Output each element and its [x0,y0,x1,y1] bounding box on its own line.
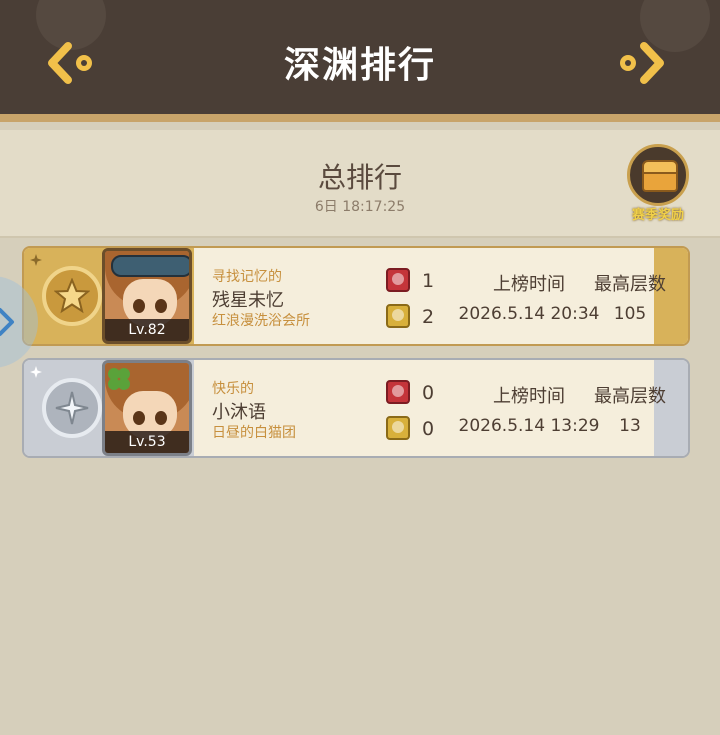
avatar[interactable]: Lv.82 [102,248,192,344]
yellow-gem-icon [386,416,410,440]
floor-header: 最高层数 [594,274,666,295]
red-gem-count: 0 [422,382,435,404]
header-stripe [0,114,720,122]
yellow-gem-count: 0 [422,418,435,440]
player-name: 残星未忆 [212,290,284,311]
player-title-tag: 快乐的 [212,381,254,397]
season-reward-button[interactable]: 赛季奖励 [626,144,690,224]
guild-name: 日昼的白猫团 [212,425,296,441]
season-reward-label: 赛季奖励 [631,208,684,223]
time-header: 上榜时间 [493,274,565,295]
row-cap [654,248,688,344]
goggles-decoration [111,255,189,277]
yellow-gem-icon [386,304,410,328]
ranking-row[interactable]: Lv.82 寻找记忆的 残星未忆 红浪漫洗浴会所 1 2 上榜时间 2026.5… [22,246,690,346]
forward-button[interactable] [612,40,668,86]
season-timer: 6日 18:17:25 [314,199,406,215]
clover-icon [108,368,130,390]
guild-name: 红浪漫洗浴会所 [212,313,310,329]
red-gem-count: 1 [422,270,435,292]
compass-star-medal-icon [42,378,102,438]
chevron-right-gear-icon [620,42,664,84]
ranking-row[interactable]: Lv.53 快乐的 小沐语 日昼的白猫团 0 0 上榜时间 2026.5.14 … [22,358,690,458]
treasure-chest-icon [627,144,689,206]
chevron-right-icon [0,308,14,336]
ranking-title: 总排行 [317,161,402,194]
top-bar: 深渊排行 [0,0,720,122]
row-cap [654,360,688,456]
floor-header: 最高层数 [594,386,666,407]
red-gem-icon [386,380,410,404]
ranking-subheader: 总排行 6日 18:17:25 [0,130,720,238]
star-medal-icon [42,266,102,326]
player-level: Lv.82 [105,319,189,341]
ranked-time: 2026.5.14 13:29 [458,416,600,436]
player-title-tag: 寻找记忆的 [212,269,282,285]
star-decoration-icon [30,254,42,266]
time-header: 上榜时间 [493,386,565,407]
red-gem-icon [386,268,410,292]
avatar[interactable]: Lv.53 [102,360,192,456]
ranked-time: 2026.5.14 20:34 [458,304,600,324]
max-floor: 105 [613,304,647,324]
yellow-gem-count: 2 [422,306,435,328]
star-decoration-icon [30,366,42,378]
max-floor: 13 [619,416,641,436]
player-name: 小沐语 [212,402,266,423]
player-level: Lv.53 [105,431,189,453]
